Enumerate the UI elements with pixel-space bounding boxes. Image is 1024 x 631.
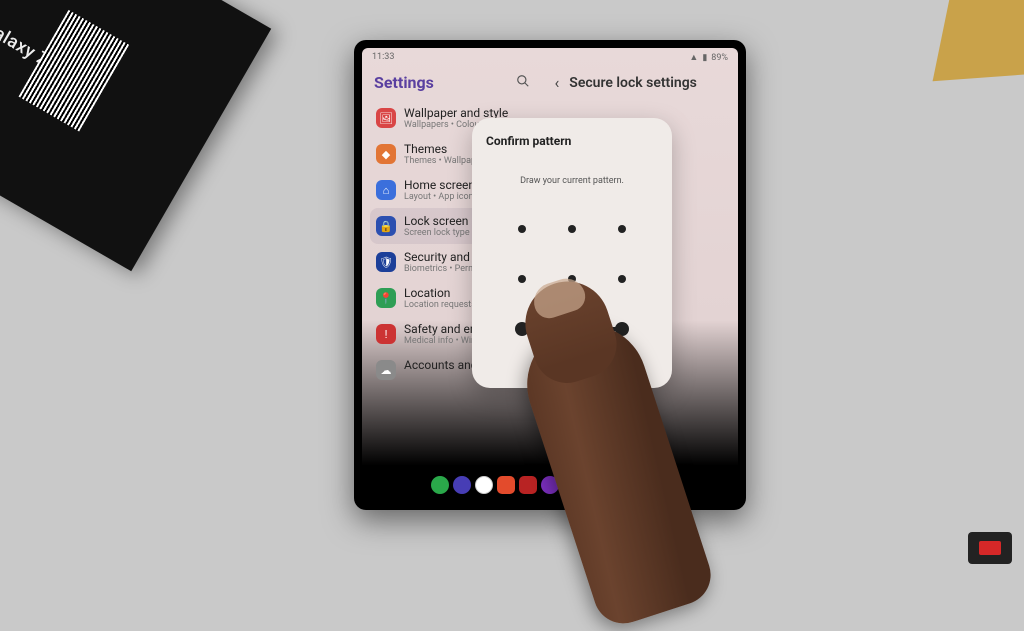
themes-icon: ◆ — [376, 144, 396, 164]
detail-header: ‹ Secure lock settings — [542, 65, 738, 98]
home-screen-icon: ⌂ — [376, 180, 396, 200]
barcode-icon — [19, 10, 130, 132]
product-box: Galaxy Z Fold6 — [0, 0, 271, 271]
back-icon[interactable]: ‹ — [554, 73, 559, 92]
settings-header: Settings — [362, 65, 542, 98]
safety-icon: ! — [376, 324, 396, 344]
settings-title: Settings — [374, 73, 434, 92]
settings-item-sub: Location requests — [404, 300, 476, 310]
channel-icon — [968, 532, 1012, 564]
pattern-dot[interactable] — [568, 225, 576, 233]
lock-icon: 🔒 — [376, 216, 396, 236]
shield-icon: 🛡 — [376, 252, 396, 272]
wooden-object — [911, 0, 1024, 116]
pattern-dot[interactable] — [618, 275, 626, 283]
status-bar: 11:33 ▲ ▮ 89% — [362, 48, 738, 65]
dock-app-youtube[interactable] — [519, 476, 537, 494]
dock-app-messages[interactable] — [453, 476, 471, 494]
status-time: 11:33 — [372, 52, 394, 63]
pattern-dot[interactable] — [618, 225, 626, 233]
accounts-icon: ☁ — [376, 360, 396, 380]
dock-app-chrome[interactable] — [475, 476, 493, 494]
location-icon: 📍 — [376, 288, 396, 308]
dock-app-flipboard[interactable] — [497, 476, 515, 494]
wifi-icon: ▲ — [689, 52, 698, 63]
battery-text: 89% — [711, 53, 728, 63]
dialog-subtitle: Draw your current pattern. — [486, 176, 658, 186]
detail-title: Secure lock settings — [569, 75, 697, 91]
status-right: ▲ ▮ 89% — [689, 52, 728, 63]
wallpaper-icon: 🖼 — [376, 108, 396, 128]
settings-item-label: Location — [404, 286, 476, 300]
dialog-title: Confirm pattern — [486, 134, 658, 148]
dock-app-phone[interactable] — [431, 476, 449, 494]
pattern-dot[interactable] — [518, 275, 526, 283]
pattern-dot[interactable] — [518, 225, 526, 233]
signal-icon: ▮ — [702, 53, 707, 63]
search-icon[interactable] — [516, 74, 530, 92]
